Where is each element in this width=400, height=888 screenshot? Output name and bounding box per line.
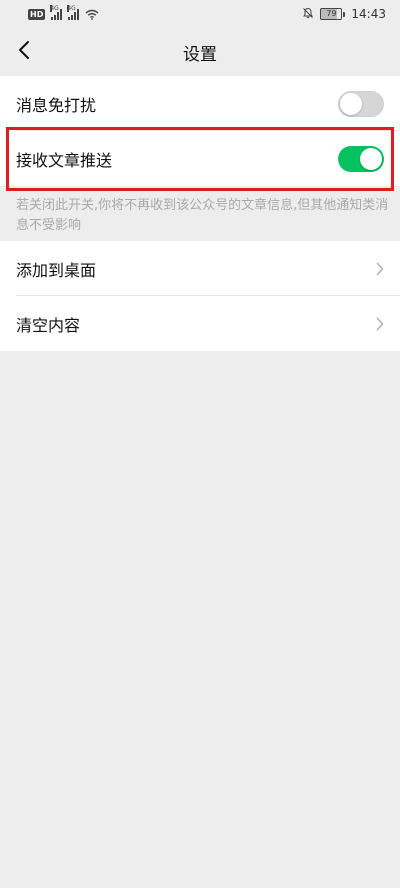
clear-content-label: 清空内容 bbox=[16, 315, 81, 335]
receive-articles-hint: 若关闭此开关,你将不再收到该公众号的文章信息,但其他通知类消息不受影响 bbox=[16, 198, 389, 233]
action-section: 添加到桌面 清空内容 bbox=[0, 241, 400, 351]
toggle-knob bbox=[360, 147, 382, 170]
mute-notifications-row: 消息免打扰 bbox=[0, 76, 400, 131]
add-to-desktop-label: 添加到桌面 bbox=[16, 260, 97, 280]
wifi-icon bbox=[85, 9, 99, 20]
receive-articles-toggle[interactable] bbox=[338, 145, 384, 172]
clear-content-row[interactable]: 清空内容 bbox=[0, 296, 400, 351]
signal-icon-2: 4G bbox=[67, 4, 80, 20]
receive-articles-row: 接收文章推送 bbox=[0, 131, 400, 186]
receive-articles-label: 接收文章推送 bbox=[16, 150, 113, 170]
mute-notifications-toggle[interactable] bbox=[338, 90, 384, 117]
toggle-section: 消息免打扰 接收文章推送 bbox=[0, 76, 400, 186]
status-left: HD 4G 4G bbox=[28, 4, 99, 20]
battery-level: 79 bbox=[320, 8, 343, 20]
clock: 14:43 bbox=[351, 7, 386, 21]
nav-bar: 设置 bbox=[0, 28, 400, 76]
chevron-right-icon bbox=[376, 317, 384, 331]
status-bar: HD 4G 4G 79 14:43 bbox=[0, 0, 400, 28]
toggle-knob bbox=[340, 92, 362, 115]
signal-network-tag-2: 4G bbox=[67, 4, 76, 12]
status-right: 79 14:43 bbox=[302, 7, 386, 22]
signal-icon: 4G bbox=[50, 4, 63, 20]
chevron-right-icon bbox=[376, 262, 384, 276]
page-title: 设置 bbox=[183, 44, 217, 65]
chevron-left-icon bbox=[18, 40, 30, 64]
add-to-desktop-row[interactable]: 添加到桌面 bbox=[0, 241, 400, 296]
bell-off-icon bbox=[302, 7, 314, 22]
hd-badge: HD bbox=[28, 8, 46, 20]
battery-icon: 79 bbox=[320, 8, 346, 20]
back-button[interactable] bbox=[8, 36, 40, 68]
mute-notifications-label: 消息免打扰 bbox=[16, 95, 97, 115]
signal-network-tag: 4G bbox=[50, 4, 59, 12]
